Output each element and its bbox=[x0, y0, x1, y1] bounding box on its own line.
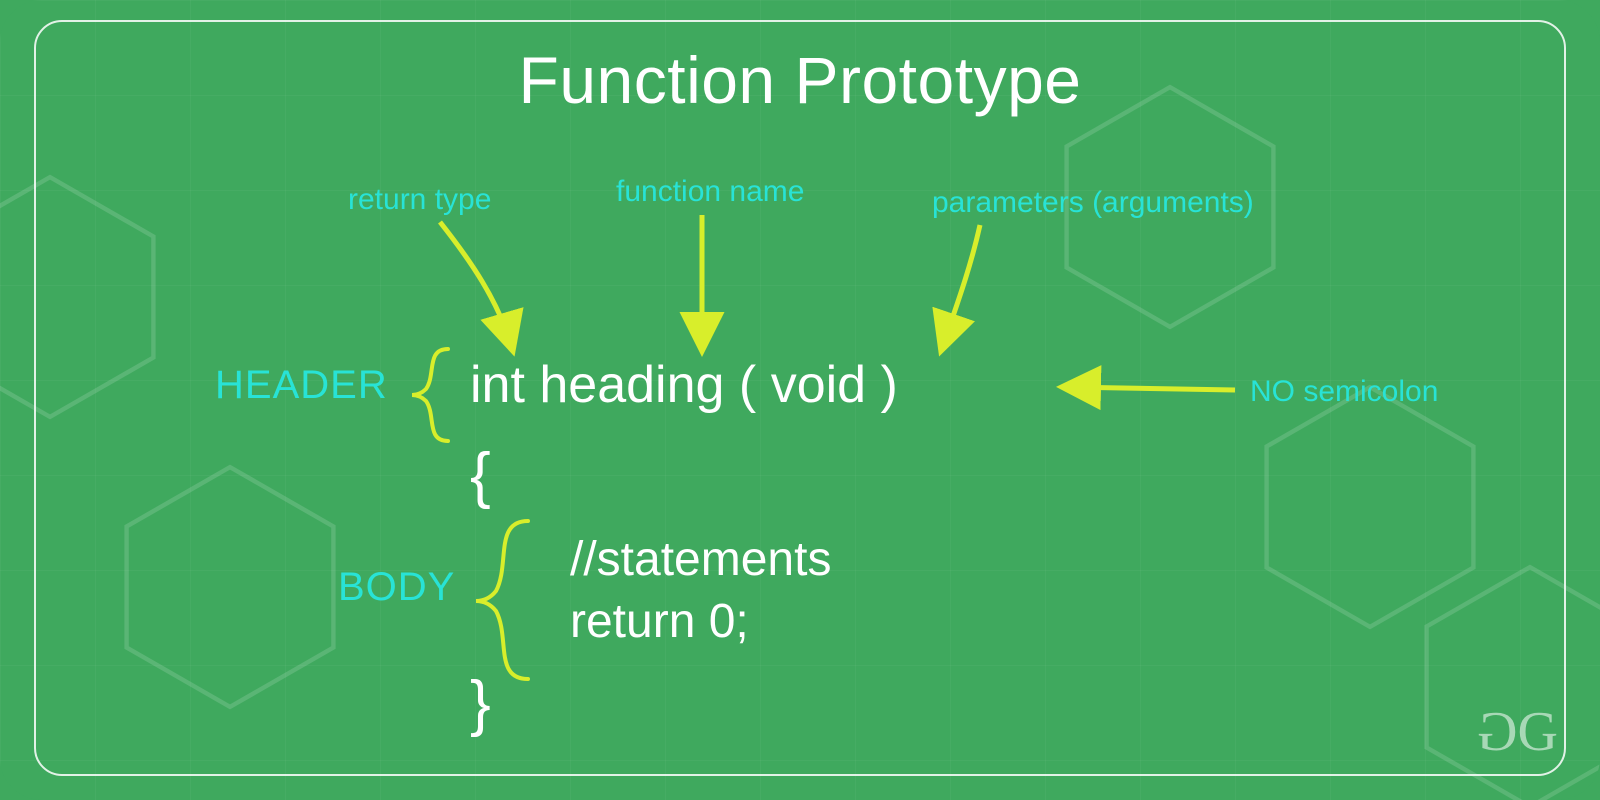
code-header-line: int heading ( void ) bbox=[470, 355, 898, 415]
watermark-logo: GG bbox=[1483, 700, 1552, 764]
annotation-function-name: function name bbox=[616, 175, 804, 209]
hexagon-decoration bbox=[1260, 380, 1480, 634]
diagram-card: Function Prototype return type function … bbox=[0, 0, 1600, 800]
code-function-name: heading bbox=[539, 355, 724, 415]
hexagon-decoration bbox=[1420, 560, 1600, 800]
diagram-title: Function Prototype bbox=[0, 42, 1600, 118]
code-statements: //statements bbox=[570, 530, 831, 590]
label-body: BODY bbox=[338, 565, 455, 610]
annotation-return-type: return type bbox=[348, 183, 491, 217]
brace-header bbox=[408, 345, 458, 445]
code-open-paren: ( bbox=[739, 355, 756, 415]
hexagon-decoration bbox=[0, 170, 160, 424]
hexagon-decoration bbox=[120, 460, 340, 714]
code-parameter: void bbox=[771, 355, 866, 415]
code-return: return 0; bbox=[570, 592, 749, 652]
code-return-type: int bbox=[470, 355, 525, 415]
annotation-no-semicolon: NO semicolon bbox=[1250, 375, 1438, 409]
code-close-paren: ) bbox=[881, 355, 898, 415]
label-header: HEADER bbox=[215, 363, 388, 408]
code-close-brace: } bbox=[470, 668, 491, 739]
code-open-brace: { bbox=[470, 440, 491, 511]
brace-body bbox=[470, 515, 540, 685]
annotation-parameters: parameters (arguments) bbox=[932, 186, 1254, 220]
